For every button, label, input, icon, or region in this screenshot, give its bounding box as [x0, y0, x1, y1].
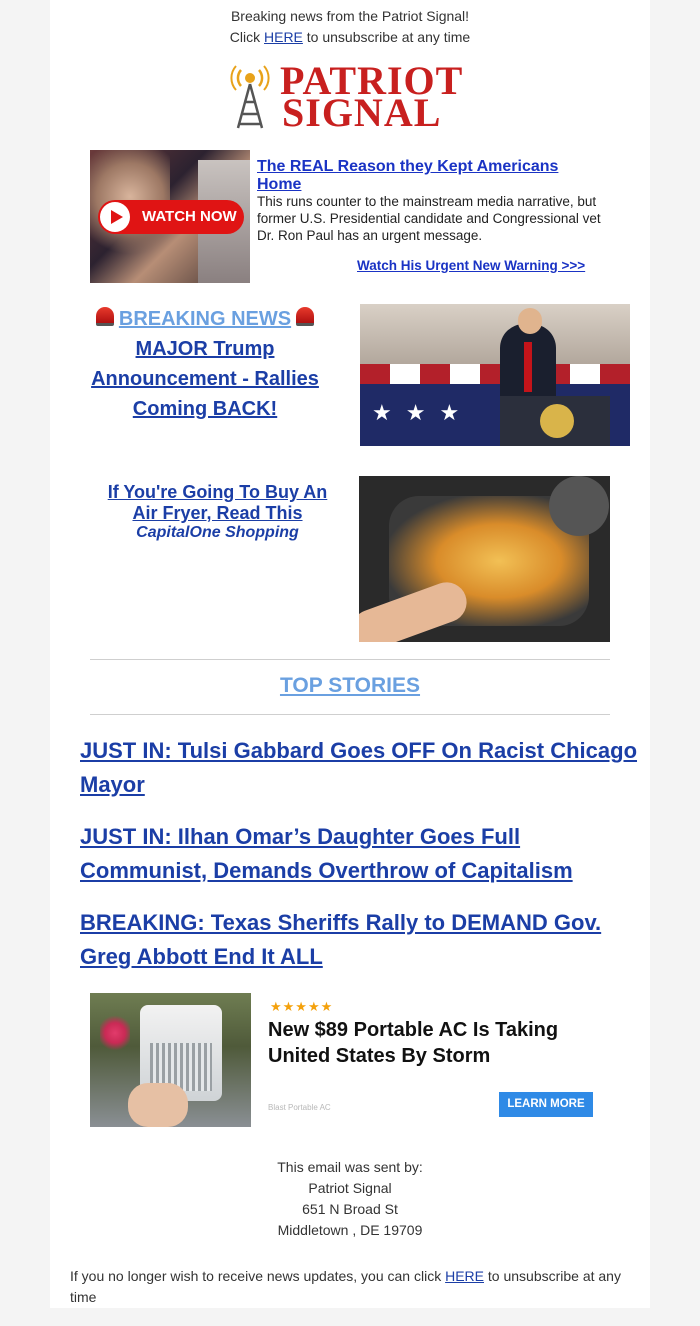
logo-line-2: SIGNAL	[282, 90, 442, 135]
divider-top	[90, 659, 610, 660]
trump-rally-image[interactable]: ★★★	[360, 304, 630, 446]
speaker-head-shape	[518, 308, 542, 334]
portable-ac-ad[interactable]: ★★★★★ New $89 Portable AC Is Taking Unit…	[90, 993, 610, 1127]
preheader-prefix: Click	[229, 29, 264, 45]
footer-org: Patriot Signal	[308, 1180, 392, 1196]
watch-now-label: WATCH NOW	[142, 208, 237, 225]
preheader-line: Breaking news from the Patriot Signal!	[0, 8, 700, 24]
top-story-link[interactable]: BREAKING: Texas Sheriffs Rally to DEMAND…	[80, 906, 640, 974]
bunting-shape	[360, 364, 630, 384]
preheader-unsubscribe-line: Click HERE to unsubscribe at any time	[0, 29, 700, 45]
breaking-news-label: BREAKING NEWS	[118, 308, 292, 330]
ron-paul-headline-link[interactable]: The REAL Reason they Kept Americans Home	[257, 158, 607, 194]
footer-unsubscribe-text: If you no longer wish to receive news up…	[70, 1266, 640, 1308]
ac-ad-headline[interactable]: New $89 Portable AC Is Taking United Sta…	[268, 1017, 598, 1069]
divider-bottom	[90, 714, 610, 715]
preheader-unsubscribe-link[interactable]: HERE	[264, 29, 303, 45]
portable-ac-image[interactable]	[90, 993, 251, 1127]
preheader-suffix: to unsubscribe at any time	[302, 29, 471, 45]
ron-paul-cta-link[interactable]: Watch His Urgent New Warning >>>	[357, 258, 585, 273]
stars-decoration: ★★★	[372, 400, 474, 425]
unsub-prefix: If you no longer wish to receive news up…	[70, 1268, 446, 1284]
play-icon	[100, 202, 130, 232]
top-stories-header[interactable]: TOP STORIES	[0, 674, 700, 698]
footer-sent-by: This email was sent by:	[277, 1159, 423, 1175]
trump-headline-link[interactable]: MAJOR Trump Announcement - Rallies Comin…	[80, 334, 330, 424]
air-fryer-source: CapitalOne Shopping	[136, 524, 299, 541]
top-story-link[interactable]: JUST IN: Ilhan Omar’s Daughter Goes Full…	[80, 820, 640, 888]
air-fryer-image[interactable]	[359, 476, 610, 642]
tie-shape	[524, 342, 532, 392]
preheader-text: Breaking news from the Patriot Signal!	[230, 8, 470, 24]
ac-ad-brand: Blast Portable AC	[268, 1103, 331, 1112]
patriot-signal-logo[interactable]: PATRIOT SIGNAL	[230, 61, 470, 135]
ron-paul-body-text: This runs counter to the mainstream medi…	[257, 194, 601, 243]
air-fryer-headline-link[interactable]: If You're Going To Buy An Air Fryer, Rea…	[95, 482, 340, 524]
footer-city: Middletown , DE 19709	[277, 1222, 423, 1238]
ron-paul-video-thumbnail[interactable]: WATCH NOW	[90, 150, 250, 283]
top-story-link[interactable]: JUST IN: Tulsi Gabbard Goes OFF On Racis…	[80, 734, 640, 802]
siren-icon	[96, 307, 115, 326]
learn-more-button[interactable]: LEARN MORE	[499, 1092, 593, 1117]
watch-now-badge[interactable]: WATCH NOW	[98, 200, 244, 234]
flowers-shape	[100, 1013, 130, 1053]
footer-unsubscribe-link[interactable]: HERE	[445, 1268, 484, 1284]
presidential-seal-shape	[540, 404, 574, 438]
hand-shape	[128, 1083, 188, 1127]
breaking-news-header[interactable]: BREAKING NEWS	[88, 307, 322, 331]
footer-street: 651 N Broad St	[302, 1201, 398, 1217]
fryer-handle-shape	[549, 476, 609, 536]
siren-icon	[295, 307, 314, 326]
radio-tower-icon	[230, 65, 270, 129]
rating-stars: ★★★★★	[270, 999, 334, 1014]
